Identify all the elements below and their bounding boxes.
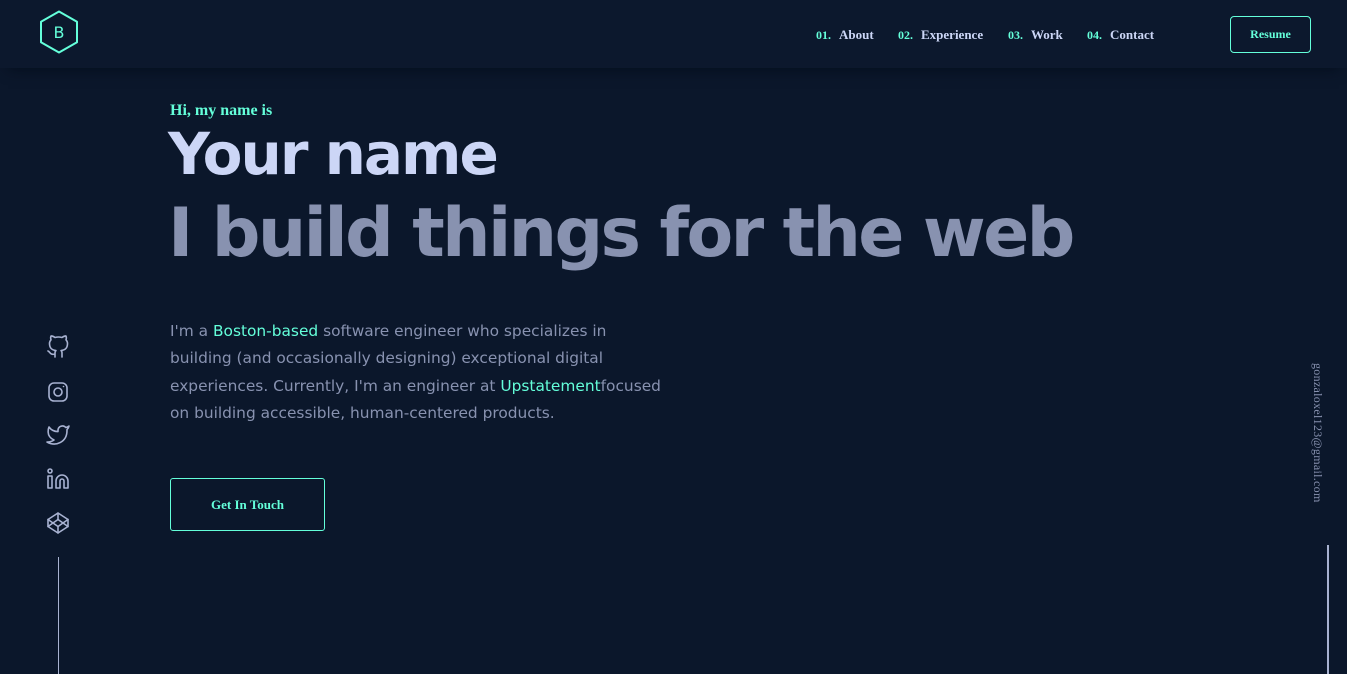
- twitter-link[interactable]: [46, 423, 70, 447]
- logo[interactable]: B: [39, 10, 79, 54]
- get-in-touch-button[interactable]: Get In Touch: [170, 478, 325, 531]
- left-vertical-line: [58, 557, 59, 674]
- instagram-link[interactable]: [46, 380, 70, 404]
- linkedin-icon: [47, 468, 69, 489]
- nav-item-experience[interactable]: 02. Experience: [898, 27, 983, 43]
- hero-name: Your name: [168, 120, 499, 188]
- portfolio-page: B 01. About 02. Experience 03. Work 04. Cont…: [0, 0, 1347, 674]
- company-link[interactable]: Upstatement: [500, 377, 600, 395]
- instagram-icon: [48, 382, 68, 402]
- linkedin-link[interactable]: [46, 467, 70, 491]
- nav-number: 02.: [898, 28, 913, 42]
- logo-letter: B: [53, 22, 65, 42]
- email-link[interactable]: gonzaloxel123@gmail.com: [1310, 363, 1325, 503]
- twitter-icon: [46, 425, 70, 445]
- codepen-icon: [47, 512, 69, 534]
- nav-number: 03.: [1008, 28, 1023, 42]
- nav-number: 01.: [816, 28, 831, 42]
- nav-number: 04.: [1087, 28, 1102, 42]
- nav-item-contact[interactable]: 04. Contact: [1087, 27, 1154, 43]
- nav-label: Experience: [921, 27, 984, 42]
- nav-item-about[interactable]: 01. About: [816, 27, 874, 43]
- nav-item-work[interactable]: 03. Work: [1008, 27, 1063, 43]
- nav-label: About: [839, 27, 874, 42]
- hero-intro: I'm a Boston-based software engineer who…: [170, 318, 670, 427]
- site-header: B 01. About 02. Experience 03. Work 04. Cont…: [0, 0, 1347, 68]
- codepen-link[interactable]: [46, 511, 70, 535]
- resume-button[interactable]: Resume: [1230, 16, 1311, 53]
- intro-text: I'm a: [170, 322, 213, 340]
- right-vertical-line: [1327, 545, 1329, 674]
- location-link[interactable]: Boston-based: [213, 322, 318, 340]
- github-icon: [47, 335, 69, 358]
- nav-label: Contact: [1110, 27, 1155, 42]
- github-link[interactable]: [46, 335, 70, 359]
- hero-tagline: I build things for the web: [168, 194, 1075, 273]
- nav-label: Work: [1031, 27, 1063, 42]
